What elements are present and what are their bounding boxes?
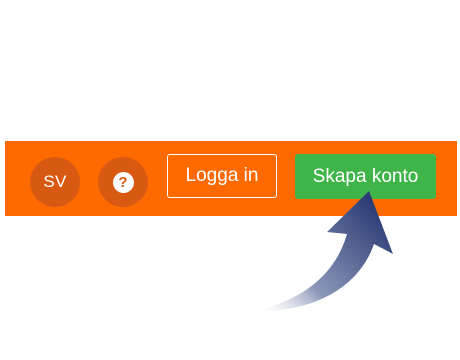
login-button[interactable]: Logga in [167,154,277,198]
login-button-label: Logga in [185,165,259,186]
screenshot-stage: SV ? Logga in Skapa konto [0,0,460,360]
language-selector-button[interactable]: SV [30,157,80,207]
create-account-button[interactable]: Skapa konto [295,154,436,199]
create-account-button-label: Skapa konto [312,165,419,187]
help-button[interactable]: ? [98,157,148,207]
header-bar: SV ? Logga in Skapa konto [5,141,457,216]
language-label: SV [43,172,67,191]
question-mark-icon: ? [112,171,134,193]
